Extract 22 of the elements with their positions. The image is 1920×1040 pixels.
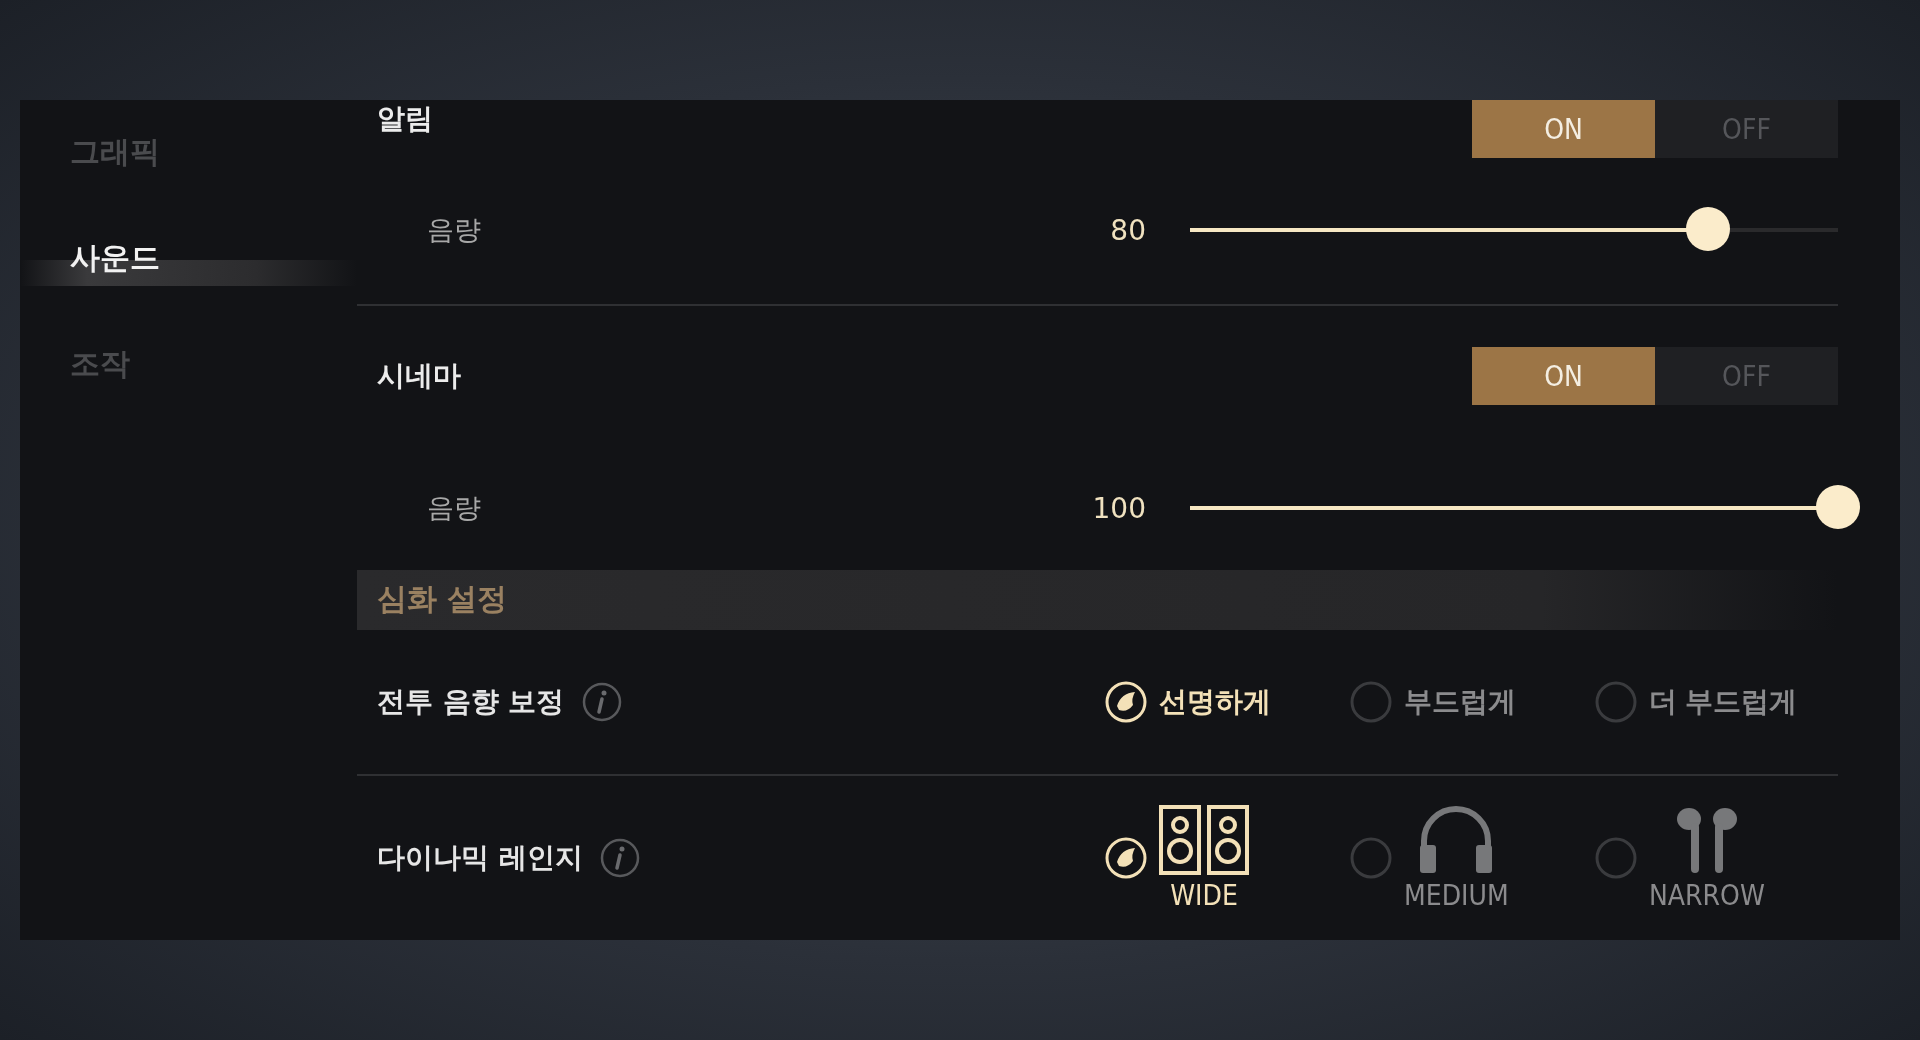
setting-label: 시네마: [377, 358, 462, 394]
range-option[interactable]: WIDE: [1103, 804, 1348, 912]
setting-label: 다이나믹 레인지: [377, 840, 583, 877]
toggle-option[interactable]: ON: [1472, 100, 1655, 158]
volume-label: 음량: [426, 213, 482, 247]
toggle-option[interactable]: ON: [1472, 347, 1655, 405]
info-icon[interactable]: [598, 837, 641, 880]
slider-thumb[interactable]: [1686, 207, 1731, 251]
radio-option[interactable]: 부드럽게: [1348, 679, 1593, 725]
range-option[interactable]: MEDIUM: [1348, 804, 1593, 912]
radio-option[interactable]: 더 부드럽게: [1593, 679, 1838, 725]
volume-value: 80: [1109, 213, 1146, 247]
info-icon[interactable]: [580, 681, 623, 723]
speakers-icon: [1159, 804, 1249, 875]
volume-value: 100: [1091, 491, 1146, 525]
range-option[interactable]: NARROW: [1593, 804, 1838, 912]
volume-label: 음량: [426, 491, 482, 525]
section-title: 심화 설정: [377, 580, 508, 619]
setting-label: 전투 음향 보정: [377, 684, 565, 720]
setting-label: 알림: [377, 101, 434, 137]
slider-thumb[interactable]: [1816, 485, 1860, 529]
radio-option[interactable]: 선명하게: [1103, 679, 1348, 725]
